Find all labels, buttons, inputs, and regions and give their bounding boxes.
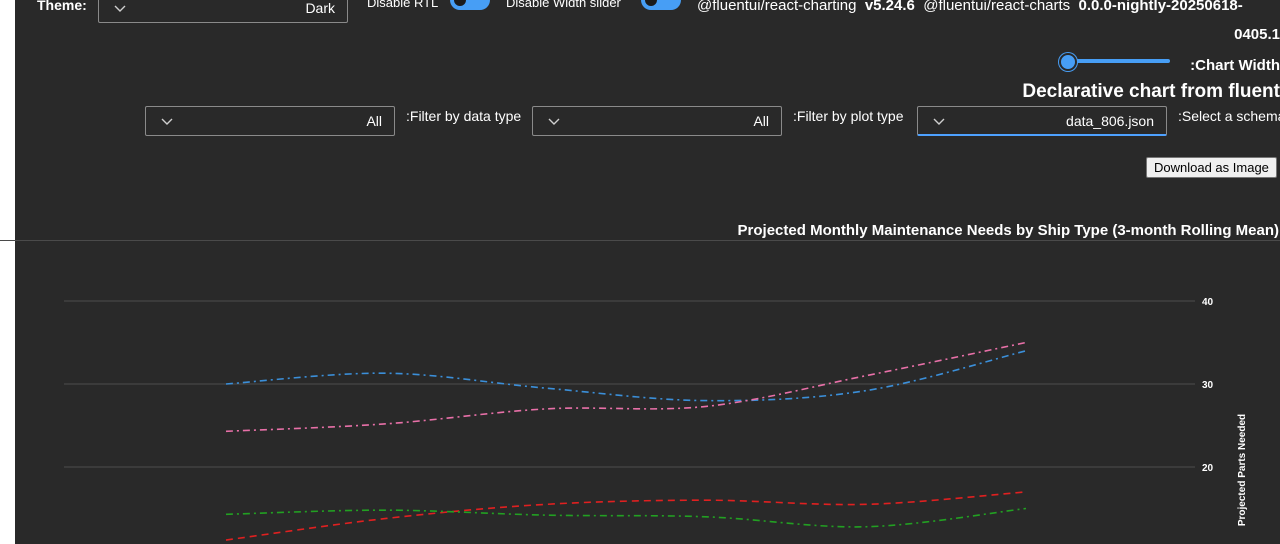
y-tick-label: 20 — [1202, 463, 1214, 474]
series-line-0[interactable] — [225, 350, 1027, 402]
chart-title: Projected Monthly Maintenance Needs by S… — [738, 222, 1279, 239]
line-chart: Projected Monthly Maintenance Needs by S… — [64, 222, 1279, 541]
y-tick-label: 30 — [1202, 380, 1214, 391]
series-line-2[interactable] — [225, 491, 1027, 541]
y-tick-label: 40 — [1202, 297, 1214, 308]
series-line-1[interactable] — [225, 341, 1027, 433]
y-axis-label: Projected Parts Needed — [1237, 414, 1248, 526]
